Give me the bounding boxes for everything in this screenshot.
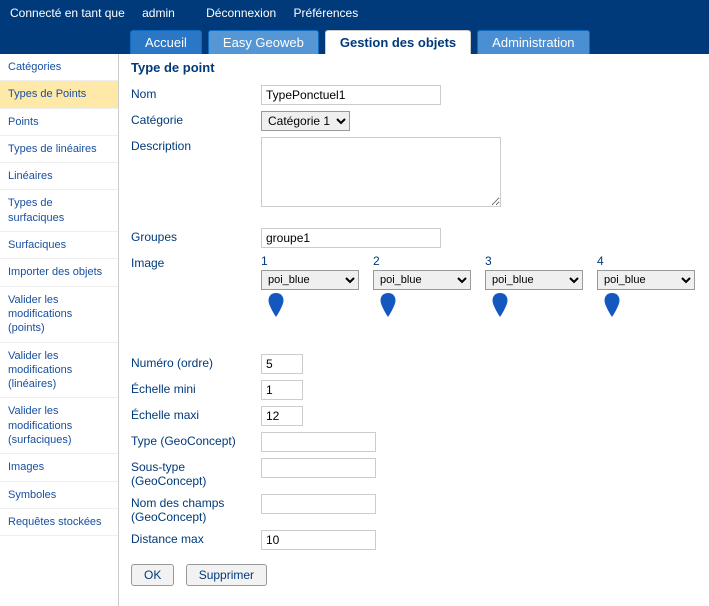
tab-objects[interactable]: Gestion des objets <box>325 30 471 54</box>
sidebar-item-symboles[interactable]: Symboles <box>0 482 118 509</box>
input-nom[interactable] <box>261 85 441 105</box>
page-title: Type de point <box>131 60 697 75</box>
tabbar: Accueil Easy Geoweb Gestion des objets A… <box>0 26 709 54</box>
label-description: Description <box>131 137 261 153</box>
label-echelle-mini: Échelle mini <box>131 380 261 396</box>
ok-button[interactable]: OK <box>131 564 174 586</box>
pin-icon <box>491 293 585 320</box>
sidebar-item-lineaires[interactable]: Linéaires <box>0 163 118 190</box>
sidebar-item-types-surfaciques[interactable]: Types de surfaciques <box>0 190 118 232</box>
label-echelle-maxi: Échelle maxi <box>131 406 261 422</box>
user-info: Connecté en tant que admin <box>10 6 189 20</box>
label-numero: Numéro (ordre) <box>131 354 261 370</box>
sidebar-item-categories[interactable]: Catégories <box>0 54 118 81</box>
sidebar-item-valider-points[interactable]: Valider les modifications (points) <box>0 287 118 343</box>
image-col-1: 1 poi_blue <box>261 254 361 320</box>
tab-admin[interactable]: Administration <box>477 30 589 54</box>
label-categorie: Catégorie <box>131 111 261 127</box>
topbar: Connecté en tant que admin Déconnexion P… <box>0 0 709 26</box>
label-nom: Nom <box>131 85 261 101</box>
label-distance-max: Distance max <box>131 530 261 546</box>
label-image: Image <box>131 254 261 270</box>
select-categorie[interactable]: Catégorie 1 <box>261 111 350 131</box>
input-distance-max[interactable] <box>261 530 376 550</box>
content: Type de point Nom Catégorie Catégorie 1 … <box>119 54 709 606</box>
sidebar-item-types-points[interactable]: Types de Points <box>0 81 118 108</box>
input-champs-gc[interactable] <box>261 494 376 514</box>
sidebar-item-valider-lineaires[interactable]: Valider les modifications (linéaires) <box>0 343 118 399</box>
delete-button[interactable]: Supprimer <box>186 564 267 586</box>
image-num-1: 1 <box>261 254 361 268</box>
textarea-description[interactable] <box>261 137 501 207</box>
pin-icon <box>267 293 361 320</box>
sidebar-item-points[interactable]: Points <box>0 109 118 136</box>
image-col-3: 3 poi_blue <box>485 254 585 320</box>
tab-home[interactable]: Accueil <box>130 30 202 54</box>
image-col-2: 2 poi_blue <box>373 254 473 320</box>
image-num-3: 3 <box>485 254 585 268</box>
label-groupes: Groupes <box>131 228 261 244</box>
sidebar-item-images[interactable]: Images <box>0 454 118 481</box>
label-champs-gc: Nom des champs (GeoConcept) <box>131 494 261 524</box>
images-row: 1 poi_blue 2 poi_blue 3 poi_blue <box>261 254 697 320</box>
prefs-link[interactable]: Préférences <box>294 6 359 20</box>
select-image-3[interactable]: poi_blue <box>485 270 583 290</box>
input-echelle-mini[interactable] <box>261 380 303 400</box>
input-groupes[interactable] <box>261 228 441 248</box>
pin-icon <box>379 293 473 320</box>
input-type-gc[interactable] <box>261 432 376 452</box>
logout-link[interactable]: Déconnexion <box>206 6 276 20</box>
tab-geoweb[interactable]: Easy Geoweb <box>208 30 319 54</box>
input-sous-type-gc[interactable] <box>261 458 376 478</box>
image-num-2: 2 <box>373 254 473 268</box>
select-image-2[interactable]: poi_blue <box>373 270 471 290</box>
sidebar: Catégories Types de Points Points Types … <box>0 54 119 606</box>
select-image-4[interactable]: poi_blue <box>597 270 695 290</box>
pin-icon <box>603 293 697 320</box>
input-numero[interactable] <box>261 354 303 374</box>
label-sous-type-gc: Sous-type (GeoConcept) <box>131 458 261 488</box>
image-num-4: 4 <box>597 254 697 268</box>
sidebar-item-importer[interactable]: Importer des objets <box>0 259 118 286</box>
input-echelle-maxi[interactable] <box>261 406 303 426</box>
image-col-4: 4 poi_blue <box>597 254 697 320</box>
select-image-1[interactable]: poi_blue <box>261 270 359 290</box>
sidebar-item-surfaciques[interactable]: Surfaciques <box>0 232 118 259</box>
label-type-gc: Type (GeoConcept) <box>131 432 261 448</box>
sidebar-item-valider-surfaciques[interactable]: Valider les modifications (surfaciques) <box>0 398 118 454</box>
sidebar-item-requetes[interactable]: Requêtes stockées <box>0 509 118 536</box>
sidebar-item-types-lineaires[interactable]: Types de linéaires <box>0 136 118 163</box>
